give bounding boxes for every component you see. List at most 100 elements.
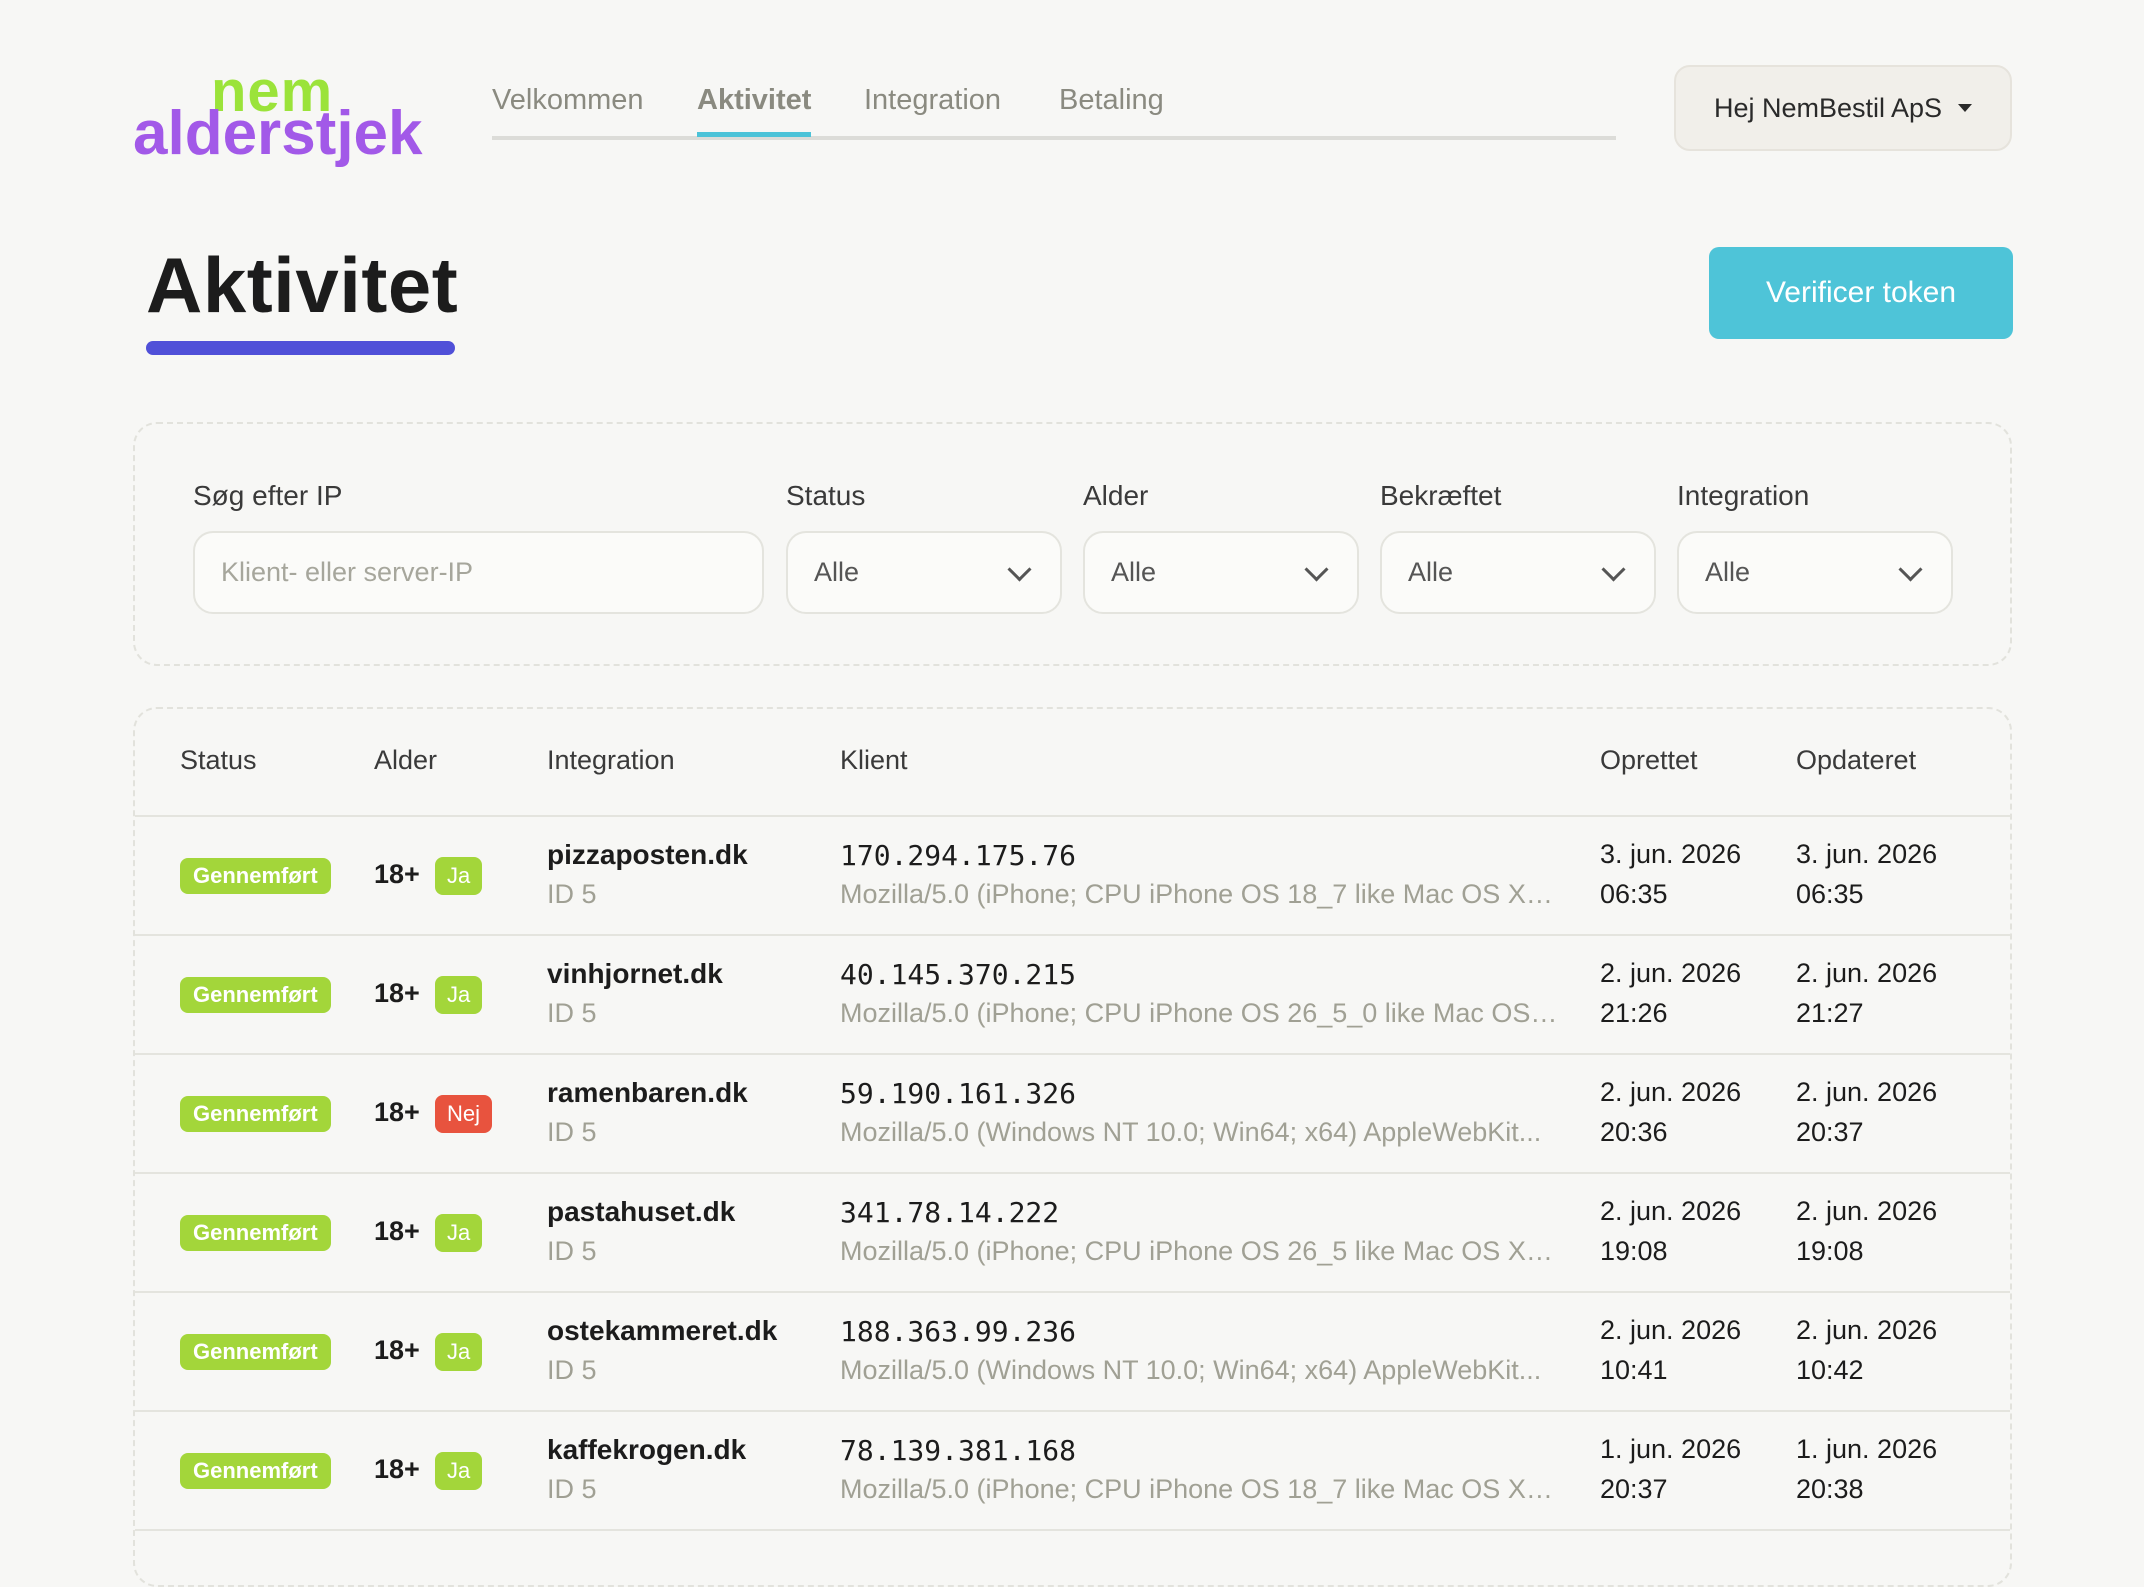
updated-time: 20:37 [1796, 1117, 1864, 1147]
table-row[interactable]: Gennemført 18+ Nej ramenbaren.dk ID 5 59.190.… [135, 1055, 2010, 1174]
status-badge: Gennemført [180, 1453, 331, 1489]
logo-text-bottom: alderstjek [133, 99, 423, 168]
chevron-down-icon [1007, 557, 1032, 582]
age-filter-select[interactable]: Alle [1083, 531, 1359, 614]
confirmed-badge: Nej [435, 1095, 493, 1133]
created-time: 06:35 [1600, 879, 1668, 909]
confirmed-badge: Ja [435, 1214, 483, 1252]
status-badge: Gennemført [180, 1096, 331, 1132]
title-underline [146, 341, 455, 355]
table-row[interactable]: Gennemført 18+ Ja pastahuset.dk ID 5 341.78.1… [135, 1174, 2010, 1293]
updated-date: 2. jun. 2026 [1796, 1315, 1938, 1345]
caret-down-icon [1958, 104, 1973, 112]
client-ip: 341.78.14.222 [840, 1196, 1060, 1229]
created-date: 1. jun. 2026 [1600, 1434, 1742, 1464]
updated-date: 2. jun. 2026 [1796, 958, 1938, 988]
integration-id: ID 5 [547, 1117, 597, 1147]
integration-filter-value: Alle [1705, 557, 1751, 587]
updated-time: 20:38 [1796, 1474, 1864, 1504]
confirmed-badge: Ja [435, 857, 483, 895]
tab-aktivitet[interactable]: Aktivitet [697, 80, 812, 137]
table-row[interactable]: Gennemført 18+ Ja vinhjornet.dk ID 5 40.145.3… [135, 936, 2010, 1055]
status-badge: Gennemført [180, 858, 331, 894]
integration-id: ID 5 [547, 1236, 597, 1266]
age-value: 18+ [374, 859, 420, 889]
tab-betaling[interactable]: Betaling [1059, 80, 1164, 132]
integration-id: ID 5 [547, 1474, 597, 1504]
tab-integration[interactable]: Integration [864, 80, 1001, 132]
user-agent: Mozilla/5.0 (Windows NT 10.0; Win64; x64… [840, 1355, 1542, 1385]
user-menu-button[interactable]: Hej NemBestil ApS [1674, 65, 2012, 151]
integration-name: ostekammeret.dk [547, 1315, 778, 1346]
column-header-status: Status [180, 745, 257, 775]
client-ip: 188.363.99.236 [840, 1315, 1077, 1348]
table-row[interactable]: Gennemført 18+ Ja pizzaposten.dk ID 5 170.294… [135, 817, 2010, 936]
nemalderstjek-logo[interactable]: nem alderstjek [133, 63, 433, 168]
user-agent: Mozilla/5.0 (iPhone; CPU iPhone OS 26_5_… [840, 998, 1560, 1028]
tab-velkommen[interactable]: Velkommen [492, 80, 644, 132]
age-value: 18+ [374, 1216, 420, 1246]
status-filter-select[interactable]: Alle [786, 531, 1062, 614]
column-header-age: Alder [374, 745, 438, 775]
main-nav: Velkommen Aktivitet Integration Betaling [492, 80, 1616, 140]
updated-date: 3. jun. 2026 [1796, 839, 1938, 869]
integration-name: pizzaposten.dk [547, 839, 748, 870]
created-time: 21:26 [1600, 998, 1668, 1028]
table-row[interactable]: Gennemført 18+ Ja kaffekrogen.dk ID 5 78.139.… [135, 1412, 2010, 1531]
created-time: 20:37 [1600, 1474, 1668, 1504]
updated-time: 10:42 [1796, 1355, 1864, 1385]
page-title: Aktivitet [146, 241, 459, 329]
status-filter-label: Status [786, 480, 866, 511]
confirmed-badge: Ja [435, 1333, 483, 1371]
updated-date: 1. jun. 2026 [1796, 1434, 1938, 1464]
confirmed-filter-value: Alle [1408, 557, 1454, 587]
created-time: 20:36 [1600, 1117, 1668, 1147]
created-date: 2. jun. 2026 [1600, 958, 1742, 988]
confirmed-filter-select[interactable]: Alle [1380, 531, 1656, 614]
table-header: Status Alder Integration Klient Oprettet… [135, 709, 2010, 817]
verify-token-button[interactable]: Verificer token [1709, 247, 2013, 339]
status-filter-value: Alle [814, 557, 860, 587]
created-date: 3. jun. 2026 [1600, 839, 1742, 869]
chevron-down-icon [1898, 557, 1923, 582]
column-header-client: Klient [840, 745, 908, 775]
integration-name: pastahuset.dk [547, 1196, 736, 1227]
status-badge: Gennemført [180, 977, 331, 1013]
integration-filter-select[interactable]: Alle [1677, 531, 1953, 614]
user-agent: Mozilla/5.0 (Windows NT 10.0; Win64; x64… [840, 1117, 1542, 1147]
age-filter-label: Alder [1083, 480, 1149, 511]
age-value: 18+ [374, 1335, 420, 1365]
column-header-integration: Integration [547, 745, 675, 775]
confirmed-filter-label: Bekræftet [1380, 480, 1502, 511]
integration-name: ramenbaren.dk [547, 1077, 748, 1108]
integration-name: kaffekrogen.dk [547, 1434, 747, 1465]
chevron-down-icon [1601, 557, 1626, 582]
integration-id: ID 5 [547, 998, 597, 1028]
user-agent: Mozilla/5.0 (iPhone; CPU iPhone OS 18_7 … [840, 879, 1560, 909]
status-badge: Gennemført [180, 1215, 331, 1251]
chevron-down-icon [1304, 557, 1329, 582]
updated-date: 2. jun. 2026 [1796, 1077, 1938, 1107]
search-ip-label: Søg efter IP [193, 480, 343, 511]
created-date: 2. jun. 2026 [1600, 1196, 1742, 1226]
confirmed-badge: Ja [435, 1452, 483, 1490]
created-date: 2. jun. 2026 [1600, 1315, 1742, 1345]
created-date: 2. jun. 2026 [1600, 1077, 1742, 1107]
integration-id: ID 5 [547, 879, 597, 909]
age-filter-value: Alle [1111, 557, 1157, 587]
updated-date: 2. jun. 2026 [1796, 1196, 1938, 1226]
age-value: 18+ [374, 1097, 420, 1127]
client-ip: 40.145.370.215 [840, 958, 1077, 991]
updated-time: 06:35 [1796, 879, 1864, 909]
user-agent: Mozilla/5.0 (iPhone; CPU iPhone OS 26_5 … [840, 1236, 1560, 1266]
column-header-updated: Opdateret [1796, 745, 1917, 775]
age-value: 18+ [374, 1454, 420, 1484]
created-time: 19:08 [1600, 1236, 1668, 1266]
table-row[interactable]: Gennemført 18+ Ja ostekammeret.dk ID 5 188.36… [135, 1293, 2010, 1412]
activity-table: Status Alder Integration Klient Oprettet… [133, 707, 2012, 1587]
updated-time: 21:27 [1796, 998, 1864, 1028]
filter-panel: Søg efter IP Klient- eller server-IP Sta… [133, 422, 2012, 666]
search-ip-placeholder: Klient- eller server-IP [221, 557, 474, 587]
search-ip-input[interactable]: Klient- eller server-IP [193, 531, 764, 614]
client-ip: 78.139.381.168 [840, 1434, 1077, 1467]
